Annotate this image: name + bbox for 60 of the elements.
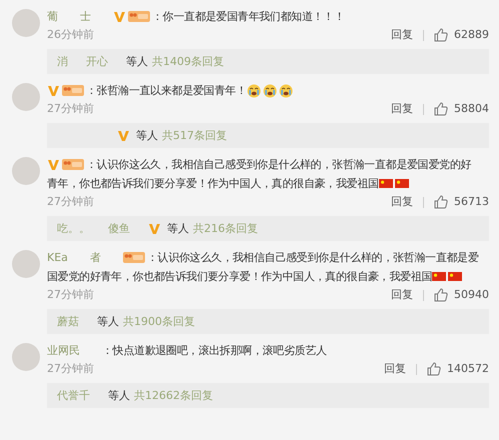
comment-text: ：认识你这么久，我相信自己感受到你是什么样的，张哲瀚一直都是爱	[146, 250, 479, 266]
timestamp: 27分钟前	[47, 287, 94, 303]
reply-username[interactable]: 代誉千	[57, 387, 90, 404]
timestamp: 27分钟前	[47, 101, 94, 117]
reply-count-link[interactable]: 共216条回复	[193, 220, 258, 237]
reply-others-text: 等人	[108, 388, 130, 404]
timestamp: 27分钟前	[47, 361, 94, 377]
reply-count-link[interactable]: 共517条回复	[162, 127, 227, 144]
thumbs-up-icon	[434, 28, 448, 42]
comment-text: ：快点道歉退圈吧，滚出拆那啊，滚吧劣质艺人	[102, 343, 327, 359]
username: 者	[90, 250, 101, 266]
comment-text: ：张哲瀚一直以来都是爱国青年！	[86, 83, 247, 99]
username: KEa	[47, 250, 68, 266]
like-button[interactable]: 50940	[434, 286, 489, 304]
reply-others-text: 等人	[167, 221, 189, 237]
reply-username[interactable]: 开心	[86, 53, 108, 70]
avatar-placeholder	[12, 343, 40, 371]
reply-count-link[interactable]: 共1409条回复	[152, 53, 224, 70]
reply-username[interactable]: 蘑菇	[57, 313, 79, 330]
username: 士	[80, 9, 91, 25]
like-button[interactable]: 58804	[434, 100, 489, 118]
reply-count-link[interactable]: 共1900条回复	[123, 313, 195, 330]
reply-username[interactable]: 傻鱼	[108, 220, 130, 237]
flag-icon	[394, 179, 409, 188]
reply-link[interactable]: 回复	[391, 100, 413, 118]
crying-face-icon	[278, 84, 293, 98]
reply-username[interactable]: 吃。。	[57, 220, 90, 237]
reply-link[interactable]: 回复	[391, 26, 413, 44]
username: 业网民	[47, 343, 80, 359]
thumbs-up-icon	[434, 102, 448, 116]
avatar-placeholder	[12, 9, 40, 37]
reply-others-text: 等人	[126, 54, 148, 70]
comment-text: ：认识你这么久，我相信自己感受到你是什么样的，张哲瀚一直都是爱国爱党的好	[86, 157, 472, 173]
reply-link[interactable]: 回复	[391, 286, 413, 304]
reply-others-text: 等人	[136, 128, 158, 144]
avatar-placeholder	[12, 83, 40, 111]
thumbs-up-icon	[427, 362, 441, 376]
comment-text: 国爱党的好青年，你也都告诉我们要分享爱！作为中国人，真的很自豪，我爱祖国	[47, 269, 432, 285]
flag-icon	[448, 272, 462, 281]
reply-others-text: 等人	[97, 314, 119, 330]
flag-icon	[432, 272, 446, 281]
like-button[interactable]: 140572	[427, 360, 489, 378]
avatar-placeholder	[12, 250, 40, 278]
crying-face-icon	[262, 84, 277, 98]
comment-text: 青年，你也都告诉我们要分享爱！作为中国人，真的很自豪，我爱祖国	[47, 176, 379, 192]
crying-face-icon	[246, 84, 261, 98]
reply-link[interactable]: 回复	[391, 193, 413, 211]
thumbs-up-icon	[434, 288, 448, 302]
reply-username[interactable]: 消	[57, 53, 68, 70]
reply-count-link[interactable]: 共12662条回复	[134, 387, 213, 404]
flag-icon	[378, 179, 393, 188]
timestamp: 26分钟前	[47, 27, 94, 43]
like-button[interactable]: 56713	[434, 193, 489, 211]
username: 葡	[47, 9, 58, 25]
thumbs-up-icon	[434, 195, 448, 209]
avatar-placeholder	[12, 157, 40, 185]
comment-text: ：你一直都是爱国青年我们都知道！！！	[152, 9, 345, 25]
reply-link[interactable]: 回复	[384, 360, 406, 378]
timestamp: 27分钟前	[47, 194, 94, 210]
like-button[interactable]: 62889	[434, 26, 489, 44]
